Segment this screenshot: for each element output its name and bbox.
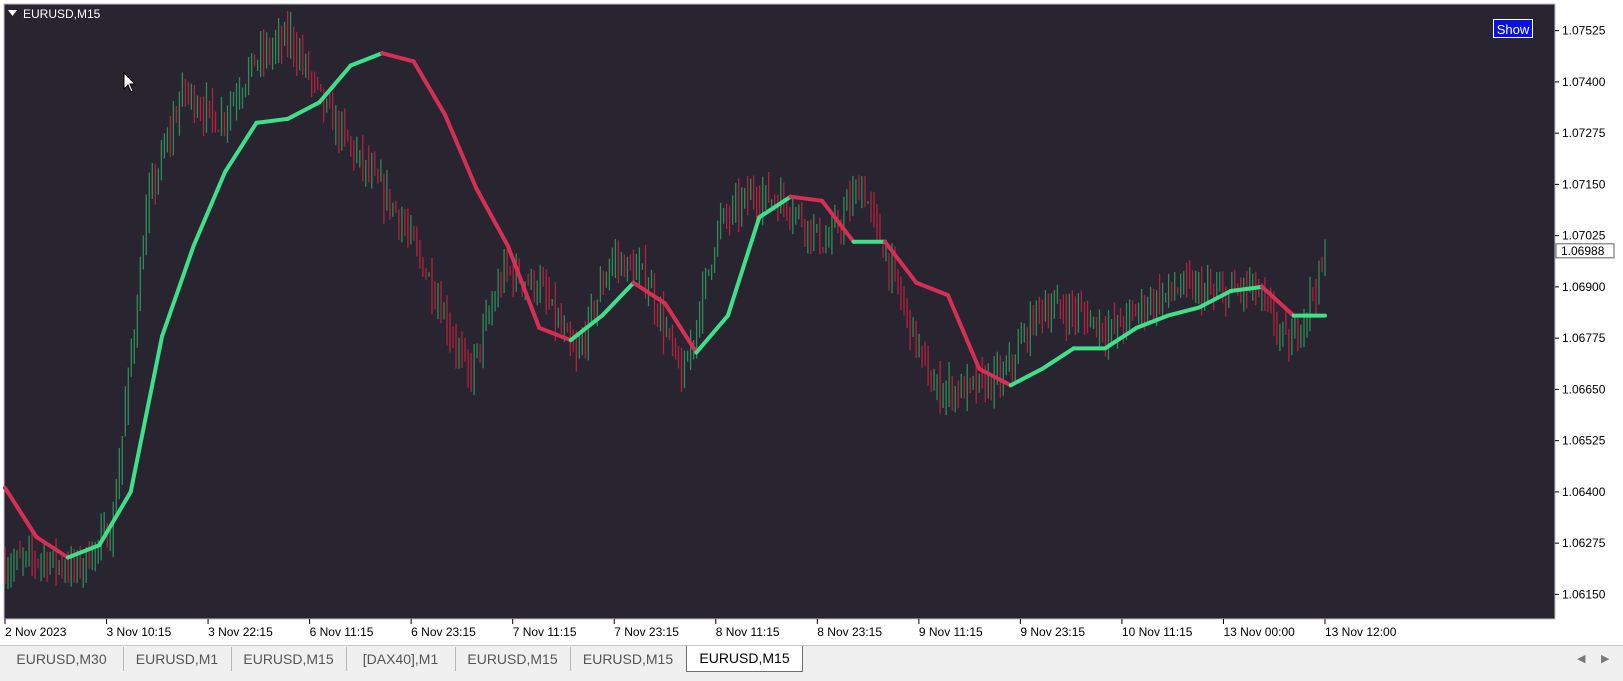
time-tick-label: 9 Nov 23:15 <box>1020 625 1085 639</box>
chart-tab[interactable]: EURUSD,M15 <box>686 646 803 672</box>
price-tick-label: 1.06775 <box>1562 331 1606 345</box>
price-tick-label: 1.06525 <box>1562 434 1606 448</box>
price-chart[interactable]: 1.075251.074001.072751.071501.070251.069… <box>0 0 1623 645</box>
chart-tab[interactable]: EURUSD,M15 <box>455 647 571 671</box>
mouse-cursor-icon <box>123 72 137 93</box>
tab-scroll-left-icon[interactable]: ◀ <box>1577 652 1585 665</box>
price-tick-label: 1.07400 <box>1562 75 1606 89</box>
chart-tab-bar: EURUSD,M30 EURUSD,M1 EURUSD,M15 [DAX40],M1 E… <box>0 645 1623 681</box>
time-tick-label: 2 Nov 2023 <box>5 625 67 639</box>
time-tick-label: 10 Nov 11:15 <box>1122 625 1193 639</box>
time-tick-label: 3 Nov 22:15 <box>208 625 273 639</box>
price-tick-label: 1.06150 <box>1562 587 1606 601</box>
time-tick-label: 13 Nov 00:00 <box>1223 625 1295 639</box>
chart-tab[interactable]: [DAX40],M1 <box>346 647 456 671</box>
time-tick-label: 6 Nov 11:15 <box>310 625 374 639</box>
current-price-label: 1.06988 <box>1561 244 1605 258</box>
time-axis: 2 Nov 2023 3 Nov 10:15 3 Nov 22:15 6 Nov 11… <box>4 619 1397 639</box>
chart-window[interactable]: 1.07525 1.07400 1.07275 1.07150 1.07025 1.069… <box>0 0 1623 645</box>
time-tick-label: 3 Nov 10:15 <box>107 625 172 639</box>
time-tick-label: 13 Nov 12:00 <box>1325 625 1397 639</box>
chart-tab[interactable]: EURUSD,M30 <box>0 647 124 671</box>
price-tick-label: 1.07525 <box>1562 24 1606 38</box>
time-tick-label: 8 Nov 11:15 <box>716 625 780 639</box>
time-tick-label: 7 Nov 11:15 <box>513 625 577 639</box>
price-tick-label: 1.07025 <box>1562 229 1606 243</box>
chart-tab[interactable]: EURUSD,M15 <box>570 647 687 671</box>
price-tick-label: 1.06400 <box>1562 485 1606 499</box>
time-tick-label: 6 Nov 23:15 <box>411 625 476 639</box>
time-tick-label: 8 Nov 23:15 <box>817 625 882 639</box>
price-tick-label: 1.07150 <box>1562 177 1606 191</box>
price-tick-label: 1.06275 <box>1562 536 1606 550</box>
price-tick-label: 1.06650 <box>1562 382 1606 396</box>
price-axis: 1.075251.074001.072751.071501.070251.069… <box>1555 24 1615 601</box>
time-tick-label: 9 Nov 11:15 <box>919 625 983 639</box>
time-tick-label: 7 Nov 23:15 <box>614 625 679 639</box>
show-button[interactable]: Show <box>1493 19 1533 38</box>
tab-scroll-right-icon[interactable]: ▶ <box>1601 652 1609 665</box>
price-tick-label: 1.06900 <box>1562 280 1606 294</box>
chart-title-label: EURUSD,M15 <box>23 7 101 21</box>
chart-tab[interactable]: EURUSD,M15 <box>231 647 347 671</box>
chart-tab[interactable]: EURUSD,M1 <box>123 647 232 671</box>
price-tick-label: 1.07275 <box>1562 126 1606 140</box>
